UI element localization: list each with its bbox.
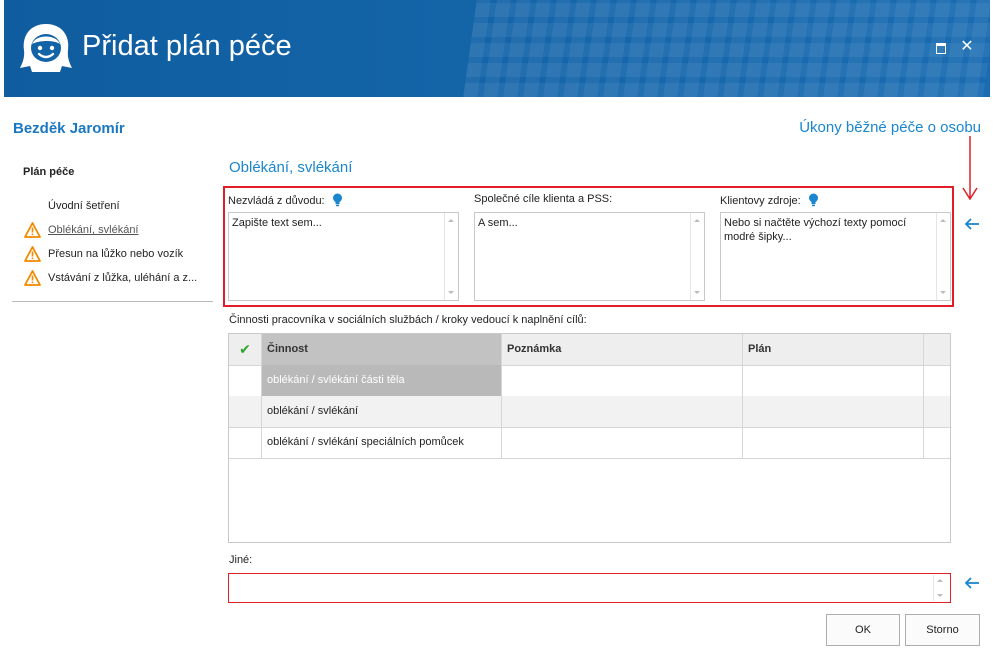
- load-defaults-arrow-icon[interactable]: [964, 577, 980, 589]
- ok-button[interactable]: OK: [826, 614, 900, 646]
- scrollbar[interactable]: [444, 213, 458, 300]
- scrollbar[interactable]: [936, 213, 950, 300]
- column-activity[interactable]: Činnost: [262, 334, 502, 365]
- activities-table: ✔ Činnost Poznámka Plán oblékání / svlék…: [228, 333, 951, 543]
- goals-text: A sem...: [478, 217, 518, 229]
- reason-text: Zapište text sem...: [232, 217, 322, 229]
- maximize-icon[interactable]: [934, 40, 948, 54]
- plan-cell[interactable]: [743, 427, 924, 458]
- resources-text: Nebo si načtěte výchozí texty pomocí mod…: [724, 217, 907, 243]
- column-check[interactable]: ✔: [229, 334, 262, 365]
- check-icon: ✔: [239, 341, 251, 357]
- warning-icon: [24, 222, 41, 238]
- section-link[interactable]: Úkony běžné péče o osobu: [799, 119, 981, 136]
- sidebar-divider: [12, 301, 213, 302]
- field-label-resources: Klientovy zdroje:: [720, 193, 819, 207]
- table-row[interactable]: oblékání / svlékání části těla: [229, 365, 950, 397]
- plan-cell[interactable]: [743, 365, 924, 396]
- sidebar-item-getting-up[interactable]: Vstávání z lůžka, uléhání a z...: [24, 270, 197, 286]
- table-row[interactable]: oblékání / svlékání speciálních pomůcek: [229, 427, 950, 459]
- row-check-cell[interactable]: [229, 427, 262, 458]
- close-icon[interactable]: ✕: [960, 39, 974, 55]
- load-defaults-arrow-icon[interactable]: [964, 218, 980, 230]
- column-plan[interactable]: Plán: [743, 334, 924, 365]
- row-check-cell[interactable]: [229, 396, 262, 427]
- window-title: Přidat plán péče: [82, 30, 292, 62]
- sidebar-item-transfer[interactable]: Přesun na lůžko nebo vozík: [24, 246, 183, 262]
- app-logo-icon: [20, 24, 72, 72]
- lightbulb-icon[interactable]: [808, 193, 819, 207]
- note-cell[interactable]: [502, 365, 743, 396]
- field-label-text: Klientovy zdroje:: [720, 195, 801, 207]
- note-cell[interactable]: [502, 396, 743, 427]
- sidebar-item-label: Vstávání z lůžka, uléhání a z...: [48, 272, 198, 284]
- client-name: Bezděk Jaromír: [13, 120, 125, 137]
- sidebar-title: Plán péče: [23, 166, 75, 178]
- table-header: ✔ Činnost Poznámka Plán: [229, 334, 950, 366]
- row-check-cell[interactable]: [229, 365, 262, 396]
- activity-cell[interactable]: oblékání / svlékání speciálních pomůcek: [262, 427, 502, 458]
- sidebar-item-label: Přesun na lůžko nebo vozík: [48, 248, 184, 260]
- scrollbar[interactable]: [690, 213, 704, 300]
- note-cell[interactable]: [502, 427, 743, 458]
- sidebar-item-label: Úvodní šetření: [48, 200, 120, 212]
- table-row[interactable]: oblékání / svlékání: [229, 396, 950, 428]
- other-input[interactable]: [228, 573, 951, 603]
- field-label-text: Společné cíle klienta a PSS:: [474, 193, 613, 205]
- plan-cell[interactable]: [743, 396, 924, 427]
- field-label-text: Nezvládá z důvodu:: [228, 195, 325, 207]
- title-bar-pattern: [463, 0, 990, 97]
- activity-cell[interactable]: oblékání / svlékání části těla: [262, 365, 502, 396]
- red-down-arrow-icon: [962, 136, 978, 201]
- warning-icon: [24, 270, 41, 286]
- column-spacer: [924, 334, 950, 365]
- cancel-button[interactable]: Storno: [905, 614, 980, 646]
- sidebar-item-intro[interactable]: Úvodní šetření: [48, 198, 120, 214]
- resources-textarea[interactable]: Nebo si načtěte výchozí texty pomocí mod…: [720, 212, 951, 301]
- activity-cell[interactable]: oblékání / svlékání: [262, 396, 502, 427]
- field-label-goals: Společné cíle klienta a PSS:: [474, 193, 612, 205]
- scrollbar[interactable]: [933, 575, 947, 601]
- column-note[interactable]: Poznámka: [502, 334, 743, 365]
- subsection-title: Oblékání, svlékání: [229, 159, 353, 176]
- other-label: Jiné:: [229, 554, 253, 566]
- sidebar-item-dressing[interactable]: Oblékání, svlékání: [24, 222, 139, 238]
- goals-textarea[interactable]: A sem...: [474, 212, 705, 301]
- title-bar: Přidat plán péče ✕: [4, 0, 990, 97]
- sidebar-item-label: Oblékání, svlékání: [48, 224, 139, 236]
- activities-label: Činnosti pracovníka v sociálních službác…: [229, 314, 587, 326]
- lightbulb-icon[interactable]: [332, 193, 343, 207]
- reason-textarea[interactable]: Zapište text sem...: [228, 212, 459, 301]
- warning-icon: [24, 246, 41, 262]
- field-label-reason: Nezvládá z důvodu:: [228, 193, 343, 207]
